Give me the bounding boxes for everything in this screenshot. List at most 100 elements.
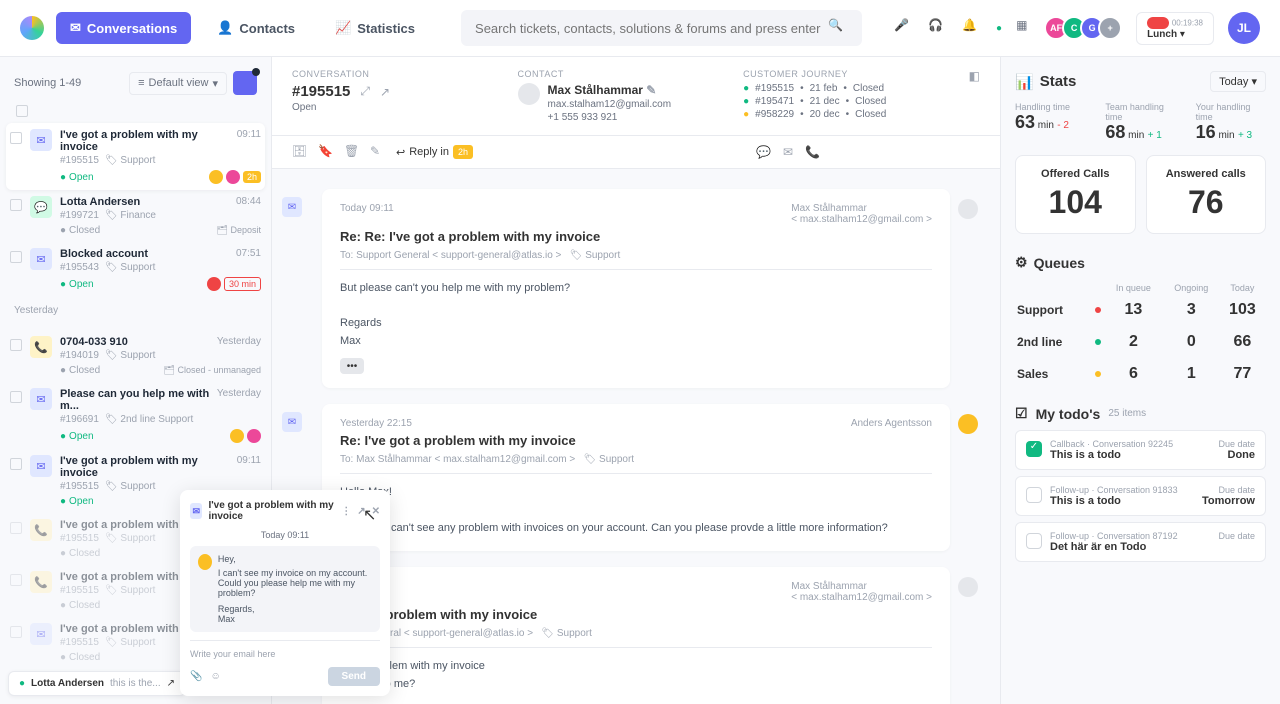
view-selector[interactable]: ≡Default view▾ (129, 72, 227, 95)
todo-checkbox[interactable] (1026, 533, 1042, 549)
ticket-status: Closed (60, 652, 100, 663)
assignee-avatar (207, 277, 221, 291)
bell-icon[interactable]: 🔔 (962, 18, 982, 38)
ticket-checkbox[interactable] (10, 574, 22, 586)
ticket-checkbox[interactable] (10, 626, 22, 638)
todo-item[interactable]: Follow-up · Conversation 91833This is a … (1015, 476, 1266, 516)
team-avatars[interactable]: AFCG+ (1050, 16, 1122, 40)
todo-item[interactable]: ✓ Callback · Conversation 92245This is a… (1015, 430, 1266, 470)
panel-toggle-icon[interactable]: ◧ (969, 69, 980, 123)
conversation-preview-popup[interactable]: ✉ I've got a problem with my invoice ⋮ ↗… (180, 490, 390, 696)
select-all-checkbox[interactable] (16, 105, 28, 117)
search-icon[interactable]: 🔍 (828, 18, 848, 38)
journey-item[interactable]: ●#195515•21 feb•Closed (743, 83, 939, 94)
stat-metric: Team handling time 68 min + 1 (1105, 102, 1175, 143)
conversation-id: #195515 (292, 83, 350, 100)
ticket-checkbox[interactable] (10, 251, 22, 263)
nav-statistics[interactable]: 📈 Statistics (321, 12, 429, 44)
close-icon[interactable]: ✕ (372, 506, 380, 517)
apps-icon[interactable]: ▦ (1016, 18, 1036, 38)
external-link-icon[interactable]: ↗ (357, 506, 365, 517)
attachment-icon[interactable]: 📎 (190, 671, 202, 682)
todo-checkbox[interactable]: ✓ (1026, 441, 1042, 457)
ticket-time: Yesterday (217, 388, 261, 412)
external-link-icon[interactable]: ↗ (167, 678, 175, 689)
popup-compose-input[interactable]: Write your email here (190, 640, 380, 659)
journey-item[interactable]: ●#958229•20 dec•Closed (743, 109, 939, 120)
sla-badge: 2h (243, 171, 261, 183)
popup-title: I've got a problem with my invoice (208, 500, 335, 522)
archive-icon[interactable]: 🗄 (292, 144, 308, 160)
period-selector[interactable]: Today ▾ (1210, 71, 1266, 92)
ticket-checkbox[interactable] (10, 132, 22, 144)
todo-list: ✓ Callback · Conversation 92245This is a… (1015, 430, 1266, 562)
send-button[interactable]: Send (328, 667, 380, 686)
ticket-item[interactable]: ✉ Blocked account07:51 #195543🏷 Support … (6, 242, 265, 297)
journey-item[interactable]: ●#195471•21 dec•Closed (743, 96, 939, 107)
trash-icon[interactable]: 🗑 (344, 144, 360, 160)
ticket-item[interactable]: ✉ Please can you help me with m...Yester… (6, 382, 265, 449)
user-avatar[interactable]: JL (1228, 12, 1260, 44)
ticket-checkbox[interactable] (10, 391, 22, 403)
chat-action-icon[interactable]: 💬 (756, 145, 771, 159)
search-bar[interactable]: 🔍 (461, 10, 862, 46)
filter-button[interactable] (233, 71, 257, 95)
contact-avatar (518, 83, 540, 105)
edit-icon[interactable]: ✎ (646, 83, 656, 97)
mail-icon: ✉ (282, 412, 302, 432)
nav-contacts[interactable]: 👤 Contacts (203, 12, 309, 44)
popup-greeting: Hey, (218, 554, 372, 564)
todo-checkbox[interactable] (1026, 487, 1042, 503)
ticket-item[interactable]: ✉ I've got a problem with my invoice09:1… (6, 123, 265, 190)
expand-quote-icon[interactable]: ••• (340, 358, 364, 374)
todos-title: My todo's (1036, 406, 1101, 422)
ticket-status: Open (60, 172, 94, 183)
message-to: To: Max Stålhammar < max.stalham12@gmail… (340, 454, 932, 474)
search-input[interactable] (475, 21, 828, 36)
mic-icon[interactable]: 🎤 (894, 18, 914, 38)
queue-row[interactable]: 2nd line2066 (1017, 327, 1264, 357)
ticket-list: ✉ I've got a problem with my invoice09:1… (6, 123, 265, 297)
status-selector[interactable]: 00:19:38 Lunch ▾ (1136, 12, 1214, 45)
todos-icon: ☑ (1015, 405, 1028, 422)
ticket-status: Open (60, 496, 94, 507)
ticket-checkbox[interactable] (10, 522, 22, 534)
minimized-chat-chip[interactable]: ● Lotta Andersen this is the... ↗ (8, 671, 186, 696)
more-icon[interactable]: ⋮ (341, 506, 351, 517)
ticket-id: #196691 (60, 414, 99, 425)
contact-label: CONTACT (518, 69, 714, 79)
contact-name[interactable]: Max Stålhammar (548, 83, 643, 97)
mail-action-icon[interactable]: ✉ (783, 145, 793, 159)
ticket-item[interactable]: 📞 0704-033 910Yesterday #194019🏷 Support… (6, 330, 265, 382)
reply-button[interactable]: ↩Reply in2h (396, 145, 473, 159)
conversation-state: Open (292, 102, 488, 113)
topbar: ✉ Conversations 👤 Contacts 📈 Statistics … (0, 0, 1280, 57)
ticket-status: Closed (60, 600, 100, 611)
message-from: Anders Agentsson (851, 418, 932, 429)
message-body: Hello Max! I'm sorry I can't see any pro… (340, 484, 932, 537)
emoji-icon[interactable]: ☺ (210, 671, 220, 682)
external-link-icon[interactable]: ↗ (380, 85, 390, 99)
queue-row[interactable]: Sales6177 (1017, 359, 1264, 389)
chat-icon: 💬 (30, 196, 52, 218)
phone-icon: 📞 (30, 571, 52, 593)
ticket-checkbox[interactable] (10, 339, 22, 351)
ticket-status: Closed (60, 548, 100, 559)
assignee-avatar (247, 429, 261, 443)
collapse-icon[interactable]: ⤢ (360, 84, 370, 99)
queues-icon: ⚙ (1015, 254, 1028, 271)
journey-list: ●#195515•21 feb•Closed ●#195471•21 dec•Cl… (743, 83, 939, 120)
headset-icon[interactable]: 🎧 (928, 18, 948, 38)
bookmark-icon[interactable]: 🔖 (318, 144, 334, 160)
chat-icon: ✉ (70, 20, 81, 36)
todo-item[interactable]: Follow-up · Conversation 87192Det här är… (1015, 522, 1266, 562)
ticket-checkbox[interactable] (10, 458, 22, 470)
ticket-item[interactable]: 💬 Lotta Andersen08:44 #199721🏷 Finance C… (6, 190, 265, 242)
message-to: pport General < support-general@atlas.io… (340, 628, 932, 648)
edit-icon[interactable]: ✎ (370, 144, 386, 160)
queue-row[interactable]: Support133103 (1017, 295, 1264, 325)
ticket-checkbox[interactable] (10, 199, 22, 211)
nav-conversations[interactable]: ✉ Conversations (56, 12, 191, 44)
phone-action-icon[interactable]: 📞 (805, 145, 820, 159)
message-time: Today 09:11 (340, 203, 394, 225)
